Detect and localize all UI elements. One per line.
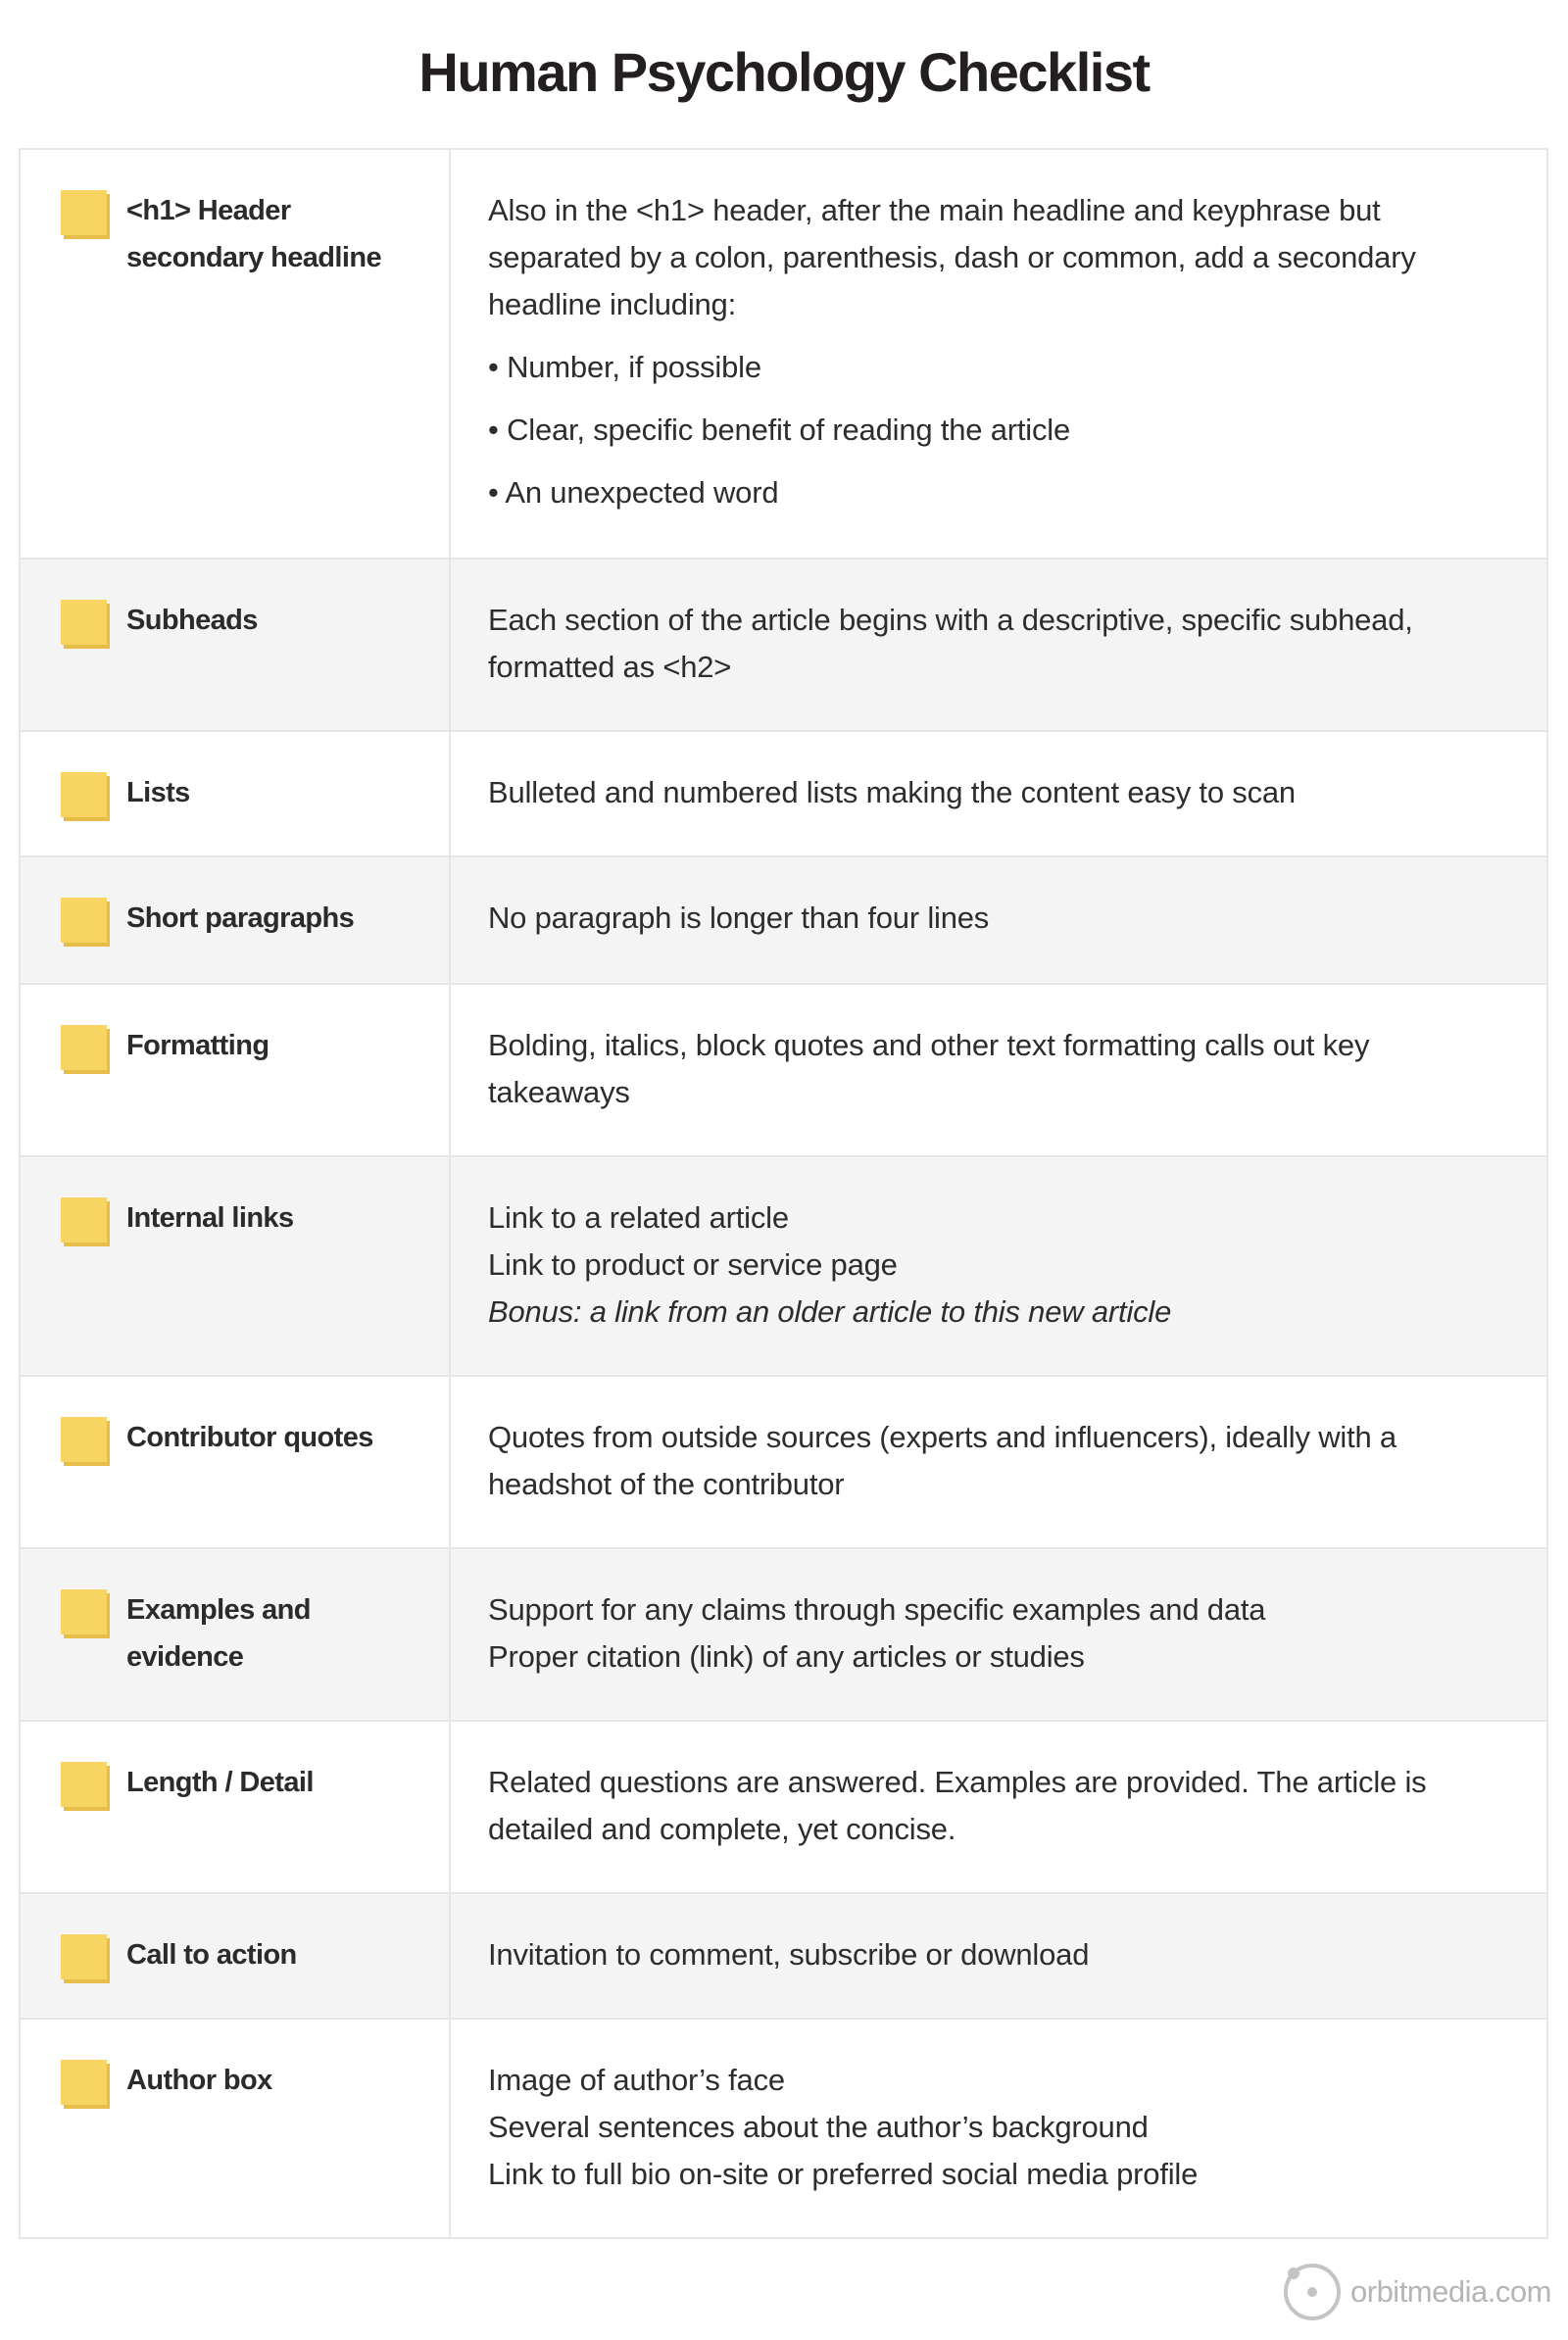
checklist-label-cell: Length / Detail — [21, 1722, 451, 1892]
checklist-row: Length / Detail Related questions are ans… — [21, 1720, 1546, 1892]
sticky-note-icon[interactable] — [61, 1934, 110, 1983]
description-line: Several sentences about the author’s bac… — [488, 2110, 1149, 2144]
sticky-note-front — [61, 600, 107, 645]
checklist-label-cell: Author box — [21, 2020, 451, 2237]
checklist-label-cell: Short paragraphs — [21, 857, 451, 983]
sticky-note-front — [61, 1197, 107, 1243]
description-line: Invitation to comment, subscribe or down… — [488, 1937, 1090, 1972]
checklist-label: <h1> Header secondary headline — [126, 187, 429, 281]
checklist-label-line: evidence — [126, 1641, 244, 1673]
checklist-label: Length / Detail — [126, 1767, 314, 1798]
checklist-description-cell: Image of author’s face Several sentences … — [451, 2020, 1546, 2237]
description-line: Link to product or service page — [488, 1247, 898, 1282]
description-line: Each section of the article begins with … — [488, 603, 1413, 684]
sticky-note-icon[interactable] — [61, 600, 110, 649]
checklist-label-cell: Call to action — [21, 1894, 451, 2018]
checklist-label: Short paragraphs — [126, 902, 355, 934]
footer-logo: orbitmedia.com — [1282, 2258, 1551, 2326]
checklist-row: Call to action Invitation to comment, sub… — [21, 1892, 1546, 2018]
checklist-label-line: Examples and — [126, 1594, 311, 1626]
description-line: Bulleted and numbered lists making the c… — [488, 775, 1296, 809]
checklist-label: Formatting — [126, 1030, 270, 1061]
sticky-note-icon[interactable] — [61, 772, 110, 821]
sticky-note-icon[interactable] — [61, 898, 110, 947]
description-line: Link to full bio on-site or preferred so… — [488, 2157, 1199, 2191]
checklist-label-cell: Lists — [21, 732, 451, 855]
sticky-note-front — [61, 1589, 107, 1634]
checklist-label-cell: Internal links — [21, 1157, 451, 1375]
checklist-description-cell: Support for any claims through specific … — [451, 1549, 1546, 1720]
sticky-note-front — [61, 2060, 107, 2105]
description-line: No paragraph is longer than four lines — [488, 901, 990, 935]
checklist-label-cell: Formatting — [21, 985, 451, 1155]
sticky-note-icon[interactable] — [61, 1762, 110, 1811]
checklist-table: <h1> Header secondary headline Also in the… — [19, 148, 1548, 2239]
description-line: Also in the <h1> header, after the main … — [488, 193, 1416, 321]
description-line: Bolding, italics, block quotes and other… — [488, 1028, 1370, 1109]
checklist-description-cell: Also in the <h1> header, after the main … — [451, 150, 1546, 558]
sticky-note-icon[interactable] — [61, 2060, 110, 2109]
description-bullet: • Clear, specific benefit of reading the… — [488, 413, 1071, 447]
checklist-label-cell: Subheads — [21, 560, 451, 730]
checklist-description-cell: Related questions are answered. Examples… — [451, 1722, 1546, 1892]
checklist-description-cell: Invitation to comment, subscribe or down… — [451, 1894, 1546, 2018]
sticky-note-front — [61, 1762, 107, 1807]
checklist-row: Subheads Each section of the article begi… — [21, 558, 1546, 730]
checklist-label: Internal links — [126, 1202, 294, 1234]
checklist-row: Internal links Link to a related article L… — [21, 1155, 1546, 1375]
description-line: Proper citation (link) of any articles o… — [488, 1639, 1085, 1674]
logo-text: orbitmedia.com — [1350, 2274, 1551, 2309]
checklist-row: <h1> Header secondary headline Also in the… — [21, 150, 1546, 558]
checklist-description-cell: Bulleted and numbered lists making the c… — [451, 732, 1546, 855]
checklist-label: Lists — [126, 777, 190, 808]
page-title: Human Psychology Checklist — [418, 41, 1151, 103]
sticky-note-icon[interactable] — [61, 1589, 110, 1638]
checklist-label-line: secondary headline — [126, 242, 382, 273]
sticky-note-front — [61, 898, 107, 943]
sticky-note-front — [61, 772, 107, 817]
description-line: Bonus: a link from an older article to t… — [488, 1294, 1172, 1329]
checklist-label-cell: <h1> Header secondary headline — [21, 150, 451, 558]
checklist-label-cell: Contributor quotes — [21, 1377, 451, 1547]
sticky-note-icon[interactable] — [61, 190, 110, 239]
checklist-label-cell: Examples and evidence — [21, 1549, 451, 1720]
checklist-description-cell: Link to a related article Link to product… — [451, 1157, 1546, 1375]
checklist-row: Formatting Bolding, italics, block quotes… — [21, 983, 1546, 1155]
description-line: Related questions are answered. Examples… — [488, 1765, 1427, 1846]
description-line: Image of author’s face — [488, 2063, 785, 2097]
description-line: Support for any claims through specific … — [488, 1592, 1266, 1627]
orbit-icon — [1284, 2264, 1341, 2320]
checklist-row: Examples and evidence Support for any clai… — [21, 1547, 1546, 1720]
checklist-row: Author box Image of author’s face Several … — [21, 2018, 1546, 2237]
sticky-note-icon[interactable] — [61, 1417, 110, 1466]
checklist-description-cell: Bolding, italics, block quotes and other… — [451, 985, 1546, 1155]
description-line: Link to a related article — [488, 1200, 789, 1235]
checklist-description-cell: Each section of the article begins with … — [451, 560, 1546, 730]
checklist-label: Author box — [126, 2065, 272, 2096]
checklist-description-cell: Quotes from outside sources (experts and… — [451, 1377, 1546, 1547]
checklist-row: Lists Bulleted and numbered lists making … — [21, 730, 1546, 855]
sticky-note-front — [61, 1417, 107, 1462]
sticky-note-front — [61, 1934, 107, 1979]
description-bullet: • Number, if possible — [488, 350, 761, 384]
checklist-label: Examples and evidence — [126, 1586, 429, 1681]
checklist-label: Call to action — [126, 1939, 297, 1971]
checklist-row: Contributor quotes Quotes from outside so… — [21, 1375, 1546, 1547]
checklist-description-cell: No paragraph is longer than four lines — [451, 857, 1546, 983]
checklist-label: Subheads — [126, 605, 258, 636]
sticky-note-icon[interactable] — [61, 1197, 110, 1246]
description-line: Quotes from outside sources (experts and… — [488, 1420, 1396, 1501]
sticky-note-front — [61, 1025, 107, 1070]
description-bullet: • An unexpected word — [488, 475, 779, 510]
checklist-label-line: <h1> Header — [126, 195, 291, 226]
checklist-row: Short paragraphs No paragraph is longer t… — [21, 855, 1546, 983]
checklist-label: Contributor quotes — [126, 1422, 373, 1453]
sticky-note-front — [61, 190, 107, 235]
sticky-note-icon[interactable] — [61, 1025, 110, 1074]
